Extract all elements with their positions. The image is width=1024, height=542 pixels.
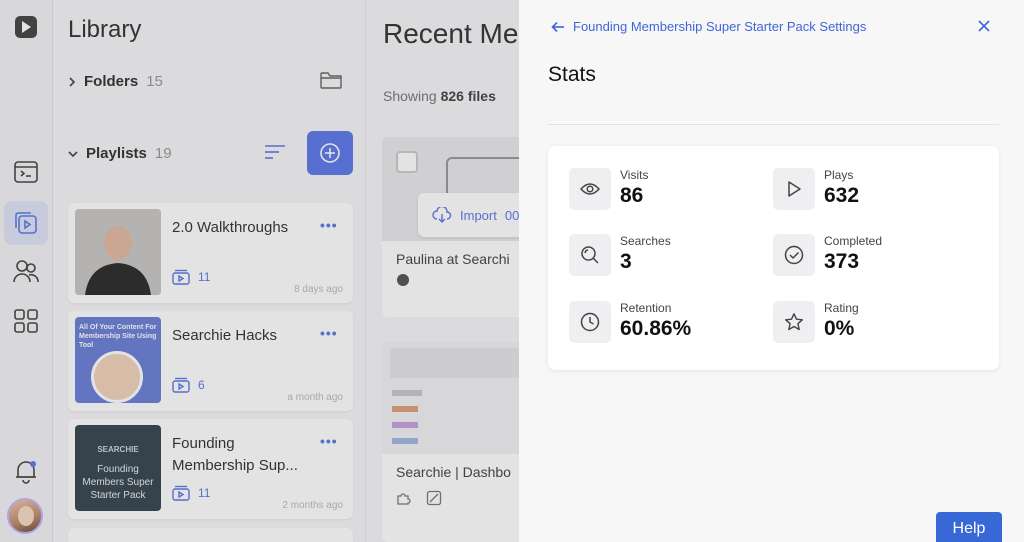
stat-value: 86 [620,184,644,207]
divider [548,124,999,125]
stat-searches: Searches 3 [569,234,769,290]
stat-retention: Retention 60.86% [569,301,769,357]
stat-label: Retention [620,301,672,315]
modal-backdrop[interactable] [0,0,519,542]
stat-value: 373 [824,250,860,273]
stat-label: Completed [824,234,883,248]
stat-value: 632 [824,184,860,207]
back-link[interactable]: Founding Membership Super Starter Pack S… [551,19,866,34]
eye-icon [569,168,611,210]
stat-value: 60.86% [620,317,692,340]
play-icon [773,168,815,210]
stat-label: Visits [620,168,649,182]
panel-title: Stats [548,63,596,86]
close-icon[interactable] [977,19,991,38]
stat-label: Plays [824,168,854,182]
stat-label: Rating [824,301,859,315]
stat-plays: Plays 632 [773,168,973,224]
stat-label: Searches [620,234,671,248]
check-circle-icon [773,234,815,276]
search-icon [569,234,611,276]
back-link-label: Founding Membership Super Starter Pack S… [573,19,867,34]
stat-rating: Rating 0% [773,301,973,357]
clock-icon [569,301,611,343]
arrow-left-icon [551,21,564,32]
stat-value: 3 [620,250,632,273]
help-button[interactable]: Help [936,512,1002,542]
stats-card: Visits 86 Plays 632 Searches 3 Completed… [548,146,999,370]
stat-value: 0% [824,317,855,340]
star-icon [773,301,815,343]
settings-panel: Founding Membership Super Starter Pack S… [519,0,1024,542]
stat-completed: Completed 373 [773,234,973,290]
stat-visits: Visits 86 [569,168,769,224]
